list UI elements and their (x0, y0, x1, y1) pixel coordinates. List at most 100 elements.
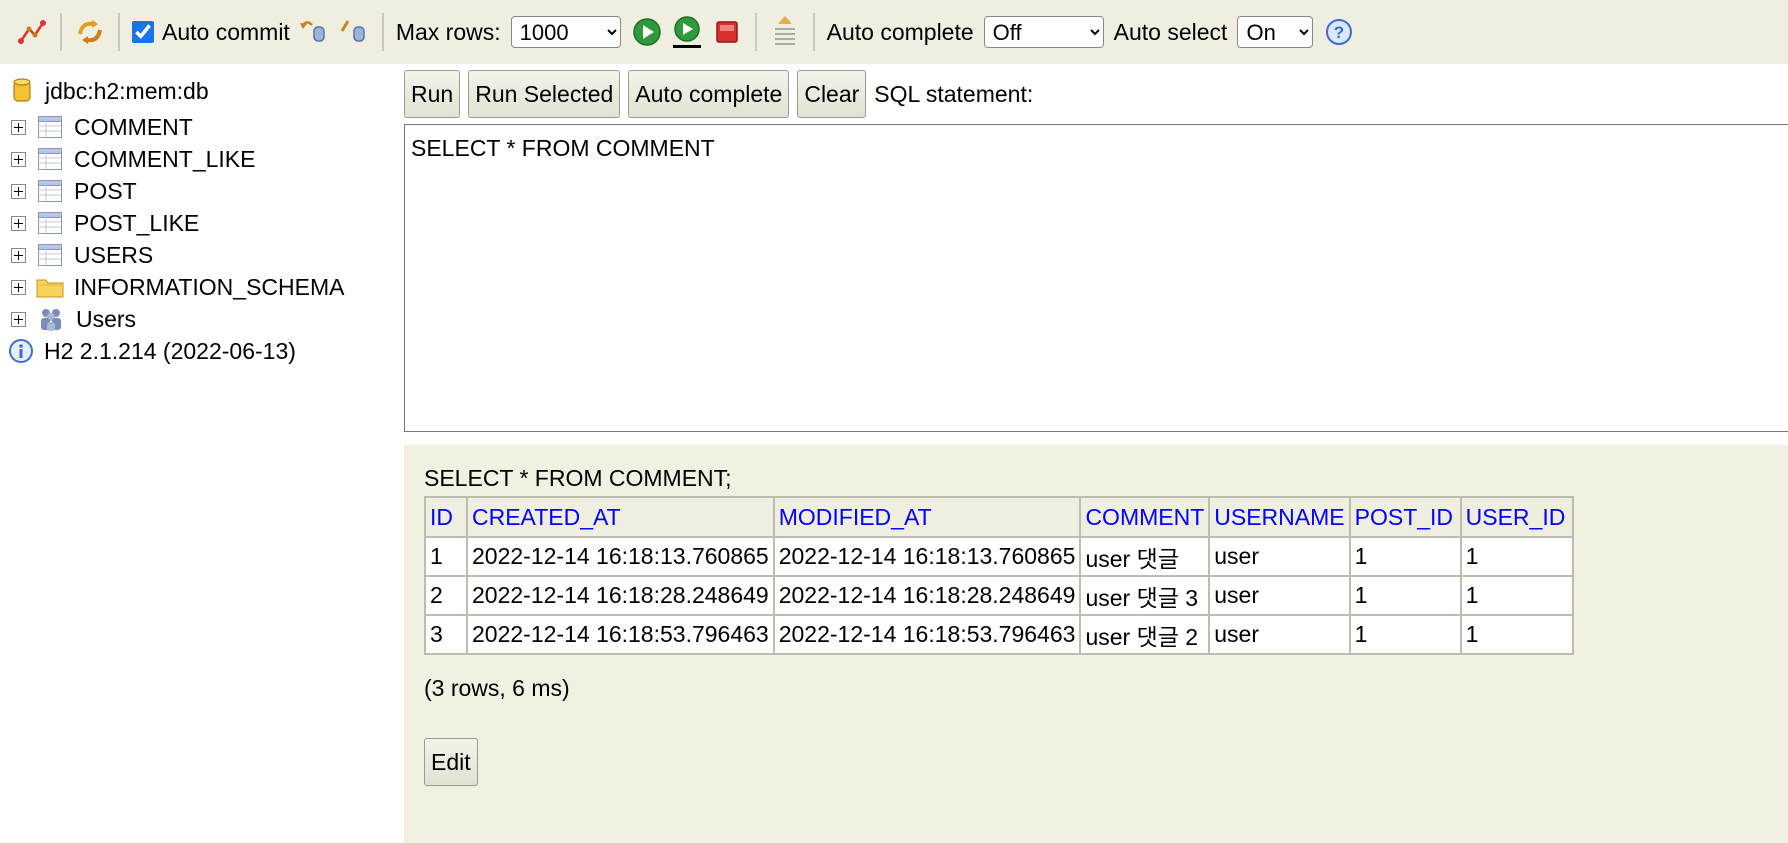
version-text: H2 2.1.214 (2022-06-13) (44, 337, 296, 364)
table-row: 1 2022-12-14 16:18:13.760865 2022-12-14 … (424, 536, 1574, 577)
table-row: 3 2022-12-14 16:18:53.796463 2022-12-14 … (424, 614, 1574, 655)
table-icon (38, 212, 62, 234)
column-header[interactable]: ID (424, 496, 468, 538)
clear-button[interactable]: Clear (797, 70, 867, 118)
result-table: ID CREATED_AT MODIFIED_AT COMMENT USERNA… (424, 496, 1574, 655)
schema-name: INFORMATION_SCHEMA (74, 273, 345, 300)
table-cell: 2022-12-14 16:18:53.796463 (466, 614, 775, 655)
table-icon (38, 244, 62, 266)
max-rows-label: Max rows: (395, 18, 501, 45)
users-node: Users (76, 305, 137, 332)
table-name: USERS (74, 241, 154, 268)
column-header[interactable]: USER_ID (1459, 496, 1574, 538)
database-icon (13, 78, 31, 104)
expand-icon[interactable] (11, 247, 26, 263)
column-header[interactable]: CREATED_AT (466, 496, 775, 538)
toolbar: Auto commit Max rows: 1000 Auto complete… (0, 0, 1788, 64)
tree-connection[interactable]: jdbc:h2:mem:db (0, 74, 209, 108)
info-icon (9, 339, 33, 363)
sql-statement-label: SQL statement: (874, 80, 1034, 107)
expand-icon[interactable] (11, 119, 26, 135)
table-cell: user (1208, 536, 1351, 577)
auto-complete-button[interactable]: Auto complete (628, 70, 790, 118)
query-button-bar: Run Run Selected Auto complete Clear SQL… (404, 64, 1788, 124)
toolbar-separator (118, 13, 120, 51)
table-cell: 1 (424, 536, 468, 577)
column-header[interactable]: USERNAME (1208, 496, 1351, 538)
table-cell: 1 (1459, 575, 1574, 616)
table-cell: 2022-12-14 16:18:13.760865 (772, 536, 1082, 577)
table-cell: 3 (424, 614, 468, 655)
tree-table-comment-like[interactable]: COMMENT_LIKE (0, 142, 255, 176)
stop-icon[interactable] (707, 10, 747, 54)
expand-icon[interactable] (11, 311, 26, 327)
toolbar-separator (754, 13, 757, 51)
expand-icon[interactable] (11, 279, 26, 295)
table-cell: 1 (1459, 614, 1574, 655)
toolbar-separator (381, 13, 384, 51)
run-icon[interactable] (627, 10, 667, 54)
table-icon (38, 116, 62, 138)
max-rows-select[interactable]: 1000 (510, 16, 621, 48)
table-name: COMMENT (74, 113, 193, 140)
table-name: POST_LIKE (74, 209, 200, 236)
column-header[interactable]: MODIFIED_AT (772, 496, 1082, 538)
column-header[interactable]: POST_ID (1348, 496, 1462, 538)
table-cell: 2022-12-14 16:18:53.796463 (772, 614, 1082, 655)
table-cell: 1 (1348, 575, 1462, 616)
auto-complete-select[interactable]: Off (983, 16, 1104, 48)
result-query: SELECT * FROM COMMENT; (424, 465, 732, 491)
table-cell: user 댓글 (1079, 536, 1211, 577)
table-cell: 1 (1459, 536, 1574, 577)
expand-icon[interactable] (11, 151, 26, 167)
table-row: 2 2022-12-14 16:18:28.248649 2022-12-14 … (424, 575, 1574, 616)
auto-commit-label: Auto commit (162, 18, 290, 45)
rollback-icon[interactable] (294, 10, 334, 54)
table-cell: 2022-12-14 16:18:28.248649 (466, 575, 775, 616)
auto-commit-checkbox[interactable] (132, 21, 154, 43)
tree-table-comment[interactable]: COMMENT (0, 110, 193, 144)
table-icon (38, 180, 62, 202)
history-icon[interactable] (765, 10, 805, 54)
table-cell: 2022-12-14 16:18:13.760865 (466, 536, 775, 577)
auto-complete-label: Auto complete (826, 18, 974, 45)
commit-icon[interactable] (334, 10, 374, 54)
schema-tree: jdbc:h2:mem:db COMMENT COMMENT_LIKE POST… (0, 64, 404, 843)
expand-icon[interactable] (11, 215, 26, 231)
result-panel: SELECT * FROM COMMENT; ID CREATED_AT MOD… (404, 445, 1788, 843)
table-name: COMMENT_LIKE (74, 145, 256, 172)
tree-table-post-like[interactable]: POST_LIKE (0, 206, 199, 240)
tree-version: H2 2.1.214 (2022-06-13) (0, 334, 296, 368)
sql-editor[interactable]: SELECT * FROM COMMENT (404, 124, 1788, 432)
table-cell: user (1208, 614, 1351, 655)
auto-select-label: Auto select (1113, 18, 1228, 45)
table-cell: 2 (424, 575, 468, 616)
toolbar-separator (812, 13, 815, 51)
table-cell: 1 (1348, 536, 1462, 577)
disconnect-icon[interactable] (12, 10, 52, 54)
edit-button[interactable]: Edit (424, 738, 478, 786)
table-cell: 1 (1348, 614, 1462, 655)
refresh-icon[interactable] (70, 10, 110, 54)
help-icon[interactable]: ? (1319, 10, 1359, 54)
table-cell: 2022-12-14 16:18:28.248649 (772, 575, 1082, 616)
table-cell: user 댓글 3 (1079, 575, 1211, 616)
run-button[interactable]: Run (404, 70, 461, 118)
connection-url: jdbc:h2:mem:db (45, 77, 209, 104)
tree-users[interactable]: Users (0, 302, 136, 336)
table-name: POST (74, 177, 137, 204)
tree-table-post[interactable]: POST (0, 174, 137, 208)
column-header[interactable]: COMMENT (1079, 496, 1211, 538)
folder-icon (36, 279, 64, 298)
users-icon (41, 309, 61, 331)
run-selected-button[interactable]: Run Selected (468, 70, 621, 118)
expand-icon[interactable] (11, 183, 26, 199)
tree-table-users[interactable]: USERS (0, 238, 153, 272)
run-selected-icon[interactable] (667, 10, 707, 54)
result-summary: (3 rows, 6 ms) (424, 675, 570, 701)
table-header-row: ID CREATED_AT MODIFIED_AT COMMENT USERNA… (424, 496, 1574, 538)
table-cell: user (1208, 575, 1351, 616)
toolbar-separator (60, 13, 62, 51)
tree-information-schema[interactable]: INFORMATION_SCHEMA (0, 270, 344, 304)
auto-select-select[interactable]: On (1237, 16, 1314, 48)
